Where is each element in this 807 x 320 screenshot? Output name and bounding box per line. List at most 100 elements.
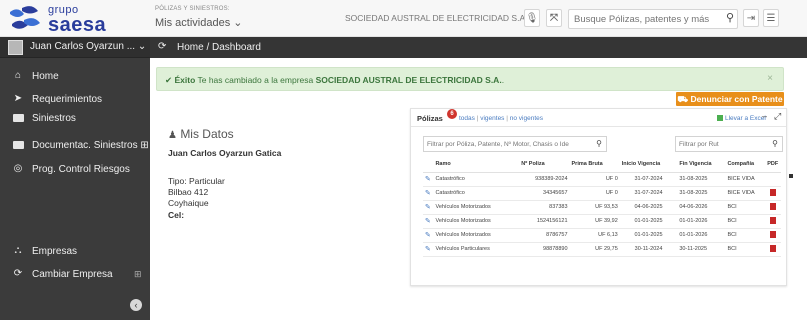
cell-inicio: 31-07-2024 — [619, 186, 678, 201]
sidebar-item-cambiar-empresa[interactable]: ⟳ Cambiar Empresa ⊞ — [0, 265, 150, 285]
fullscreen-icon: ⤧ — [550, 12, 558, 24]
pdf-cell[interactable] — [765, 242, 781, 257]
search-icon[interactable]: ⚲ — [726, 11, 734, 24]
home-icon: ⌂ — [14, 70, 22, 81]
cell-prima: UF 39,92 — [569, 214, 620, 229]
module-selector[interactable]: Mis actividades ⌄ — [155, 16, 242, 29]
pdf-icon[interactable] — [770, 188, 777, 196]
pdf-cell[interactable] — [765, 228, 781, 243]
cell-fin: 01-01-2026 — [677, 214, 726, 229]
edit-icon[interactable]: ✎ — [423, 228, 434, 243]
denunciar-patente-button[interactable]: ⛟ Denunciar con Patente — [676, 92, 784, 106]
cell-inicio: 01-01-2025 — [619, 214, 678, 229]
sidebar-item-label: Documentac. Siniestros ⊞ — [32, 140, 149, 151]
menu-button[interactable]: ☰ — [763, 9, 779, 27]
column-header[interactable]: PDF — [765, 157, 781, 173]
column-header[interactable]: Nº Poliza — [519, 157, 570, 173]
search-input[interactable] — [569, 10, 717, 28]
person-address-street: Bilbao 412 — [168, 187, 209, 197]
table-row[interactable]: ✎ Vehículos Motorizados 837383 UF 93,53 04-0… — [423, 200, 781, 215]
table-row[interactable]: ✎ Vehículos Particulares 98878890 UF 29,75 3… — [423, 242, 781, 257]
table-row[interactable]: ✎ Catastrófico 34345657 UF 0 31-07-2024 31-08… — [423, 186, 781, 201]
cell-compania: BCI — [725, 228, 766, 243]
column-header[interactable]: Compañía — [725, 157, 766, 173]
sidebar-item-label: Prog. Control Riesgos — [32, 164, 130, 175]
sidebar-item-requerimientos[interactable]: ➤ Requerimientos — [0, 90, 150, 110]
edit-icon[interactable]: ✎ — [423, 200, 434, 215]
cell-ramo: Catastrófico — [433, 186, 520, 201]
cell-fin: 30-11-2025 — [677, 242, 726, 257]
logout-button[interactable]: ⇥ — [743, 9, 759, 27]
sidebar-item-home[interactable]: ⌂ Home — [0, 67, 150, 87]
rut-filter-box: ⚲ — [675, 136, 783, 152]
column-header[interactable]: Fin Vigencia — [677, 157, 726, 173]
poliza-filter-input[interactable] — [424, 137, 588, 151]
cell-poliza: 1524156121 — [519, 214, 570, 229]
pdf-icon[interactable] — [770, 230, 777, 238]
search-icon[interactable]: ⚲ — [596, 139, 602, 148]
minimize-icon[interactable]: – — [762, 111, 767, 121]
edit-icon[interactable]: ✎ — [423, 172, 434, 187]
polizas-table-body: ✎ Catastrófico 938389-2024 UF 0 31-07-2024 31… — [423, 172, 781, 257]
expand-panel-icon[interactable]: ⤢ — [774, 111, 781, 122]
logout-icon: ⇥ — [746, 12, 756, 24]
car-icon: ⛟ — [677, 94, 689, 104]
column-header[interactable]: Ramo — [433, 157, 520, 173]
module-subtitle: PÓLIZAS Y SINIESTROS: — [155, 6, 230, 12]
filter-todas[interactable]: todas — [459, 115, 475, 122]
pdf-cell — [765, 172, 781, 187]
cell-fin: 31-08-2025 — [677, 186, 726, 201]
cell-prima: UF 29,75 — [569, 242, 620, 257]
sidebar-item-label: Siniestros — [32, 113, 76, 124]
column-header[interactable]: Prima Bruta — [569, 157, 620, 173]
table-row[interactable]: ✎ Vehículos Motorizados 1524156121 UF 39,92… — [423, 214, 781, 229]
sidebar-collapse-button[interactable]: ‹ — [130, 299, 142, 311]
pdf-cell[interactable] — [765, 186, 781, 201]
polizas-title: Pólizas — [417, 114, 443, 123]
polizas-table: Ramo Nº Poliza Prima Bruta Inicio Vigenc… — [423, 157, 781, 257]
export-excel-link[interactable]: Llevar a Excel — [717, 115, 766, 122]
rut-filter-input[interactable] — [676, 137, 766, 151]
pdf-cell[interactable] — [765, 214, 781, 229]
pdf-icon[interactable] — [770, 216, 777, 224]
search-icon[interactable]: ⚲ — [772, 139, 778, 148]
check-icon: ✔ — [165, 75, 173, 85]
table-row[interactable]: ✎ Vehículos Motorizados 8786757 UF 6,13 01-0… — [423, 228, 781, 243]
person-name: Juan Carlos Oyarzun Gatica — [168, 148, 282, 158]
folder-icon — [12, 139, 24, 152]
edit-icon[interactable]: ✎ — [423, 242, 434, 257]
person-address-city: Coyhaique — [168, 198, 209, 208]
cell-inicio: 31-07-2024 — [619, 172, 678, 187]
edit-icon[interactable]: ✎ — [423, 214, 434, 229]
cell-compania: BICE VIDA — [725, 186, 766, 201]
table-row[interactable]: ✎ Catastrófico 938389-2024 UF 0 31-07-2024 31… — [423, 172, 781, 187]
sidebar-item-documentac-siniestros[interactable]: Documentac. Siniestros ⊞ — [0, 136, 150, 156]
user-menu[interactable]: Juan Carlos Oyarzun ... ⌄ — [0, 37, 150, 58]
microphone-button[interactable]: 🎙 — [524, 9, 540, 27]
breadcrumb-text[interactable]: Home / Dashboard — [177, 42, 261, 53]
sidebar-item-siniestros[interactable]: Siniestros — [0, 109, 150, 129]
polizas-count-badge: 6 — [447, 109, 457, 119]
success-alert: ✔ Éxito Te has cambiado a la empresa SOC… — [156, 67, 784, 91]
cell-poliza: 938389-2024 — [519, 172, 570, 187]
edit-icon[interactable]: ✎ — [423, 186, 434, 201]
close-icon[interactable]: × — [767, 73, 773, 84]
fullscreen-button[interactable]: ⤧ — [546, 9, 562, 27]
cell-poliza: 8786757 — [519, 228, 570, 243]
avatar — [8, 40, 23, 55]
brand-logo[interactable]: grupo saesa — [8, 3, 148, 35]
sidebar-item-empresas[interactable]: ⛬ Empresas — [0, 242, 150, 262]
pdf-icon[interactable] — [770, 202, 777, 210]
filter-no-vigentes[interactable]: no vigentes — [510, 115, 543, 122]
cell-prima: UF 0 — [569, 186, 620, 201]
pdf-cell[interactable] — [765, 200, 781, 215]
column-header[interactable]: Inicio Vigencia — [619, 157, 678, 173]
cell-ramo: Vehículos Motorizados — [433, 214, 520, 229]
refresh-icon[interactable]: ⟳ — [158, 41, 166, 52]
filter-vigentes[interactable]: vigentes — [480, 115, 504, 122]
sidebar-item-prog-control-riesgos[interactable]: ◎ Prog. Control Riesgos — [0, 160, 150, 180]
polizas-panel: Pólizas 6 todas | vigentes | no vigentes… — [410, 108, 787, 286]
scroll-marker — [789, 174, 793, 178]
global-search[interactable]: ⚲ — [568, 9, 738, 29]
pdf-icon[interactable] — [770, 244, 777, 252]
